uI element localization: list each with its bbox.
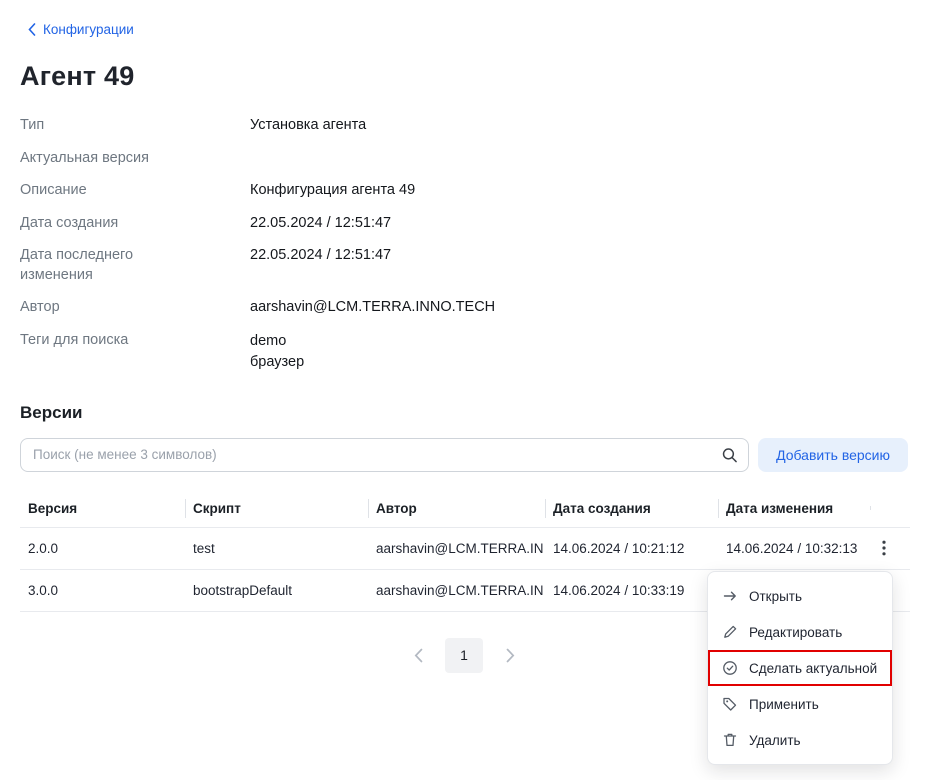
pagination-next-icon[interactable] — [495, 638, 525, 672]
detail-value-tags: demo браузер — [250, 331, 908, 373]
cell-version: 3.0.0 — [20, 570, 185, 611]
row-actions-kebab-icon[interactable] — [870, 534, 898, 562]
column-header-script: Скрипт — [185, 490, 368, 527]
menu-item-open[interactable]: Открыть — [708, 578, 892, 614]
menu-item-label: Удалить — [749, 733, 801, 748]
menu-item-apply[interactable]: Применить — [708, 686, 892, 722]
chevron-left-icon — [28, 23, 36, 36]
breadcrumb-back-label: Конфигурации — [43, 22, 134, 37]
cell-version: 2.0.0 — [20, 528, 185, 569]
cell-script: test — [185, 528, 368, 569]
detail-label-created: Дата создания — [20, 214, 190, 234]
tag-icon — [722, 696, 738, 712]
tag-line: demo — [250, 331, 908, 352]
detail-value-modified: 22.05.2024 / 12:51:47 — [250, 246, 908, 285]
breadcrumb-back-link[interactable]: Конфигурации — [28, 22, 134, 37]
versions-toolbar: Добавить версию — [20, 438, 908, 472]
table-header-row: Версия Скрипт Автор Дата создания Дата и… — [20, 490, 910, 528]
menu-item-label: Открыть — [749, 589, 802, 604]
details-list: Тип Установка агента Актуальная версия О… — [20, 116, 908, 373]
search-input[interactable] — [20, 438, 749, 472]
menu-item-make-current[interactable]: Сделать актуальной — [708, 650, 892, 686]
pagination-page-1[interactable]: 1 — [445, 638, 483, 673]
menu-item-label: Редактировать — [749, 625, 842, 640]
column-header-actions — [870, 497, 910, 519]
column-header-created: Дата создания — [545, 490, 718, 527]
detail-value-type: Установка агента — [250, 116, 908, 136]
add-version-button[interactable]: Добавить версию — [758, 438, 908, 472]
cell-author: aarshavin@LCM.TERRA.IN — [368, 528, 545, 569]
detail-value-current-version — [250, 149, 908, 169]
pencil-icon — [722, 624, 738, 640]
cell-created: 14.06.2024 / 10:33:19 — [545, 570, 718, 611]
detail-label-description: Описание — [20, 181, 190, 201]
detail-label-modified: Дата последнего изменения — [20, 246, 190, 285]
detail-label-tags: Теги для поиска — [20, 331, 190, 373]
menu-item-label: Сделать актуальной — [749, 661, 877, 676]
menu-item-label: Применить — [749, 697, 819, 712]
column-header-author: Автор — [368, 490, 545, 527]
table-row[interactable]: 2.0.0 test aarshavin@LCM.TERRA.IN 14.06.… — [20, 528, 910, 570]
detail-label-current-version: Актуальная версия — [20, 149, 190, 169]
search-box — [20, 438, 749, 472]
detail-value-author: aarshavin@LCM.TERRA.INNO.TECH — [250, 298, 908, 318]
detail-value-description: Конфигурация агента 49 — [250, 181, 908, 201]
versions-section-heading: Версии — [20, 403, 908, 423]
cell-script: bootstrapDefault — [185, 570, 368, 611]
arrow-right-icon — [722, 588, 738, 604]
detail-label-type: Тип — [20, 116, 190, 136]
menu-item-edit[interactable]: Редактировать — [708, 614, 892, 650]
menu-item-delete[interactable]: Удалить — [708, 722, 892, 758]
search-icon[interactable] — [721, 446, 738, 463]
tag-line: браузер — [250, 352, 908, 373]
row-actions-context-menu: Открыть Редактировать Сделать актуальной… — [707, 571, 893, 765]
pagination-prev-icon[interactable] — [403, 638, 433, 672]
page-title: Агент 49 — [20, 61, 908, 92]
trash-icon — [722, 732, 738, 748]
cell-created: 14.06.2024 / 10:21:12 — [545, 528, 718, 569]
cell-modified: 14.06.2024 / 10:32:13 — [718, 528, 870, 569]
detail-value-created: 22.05.2024 / 12:51:47 — [250, 214, 908, 234]
cell-author: aarshavin@LCM.TERRA.IN — [368, 570, 545, 611]
column-header-version: Версия — [20, 490, 185, 527]
check-circle-icon — [722, 660, 738, 676]
detail-label-author: Автор — [20, 298, 190, 318]
column-header-modified: Дата изменения — [718, 490, 870, 527]
